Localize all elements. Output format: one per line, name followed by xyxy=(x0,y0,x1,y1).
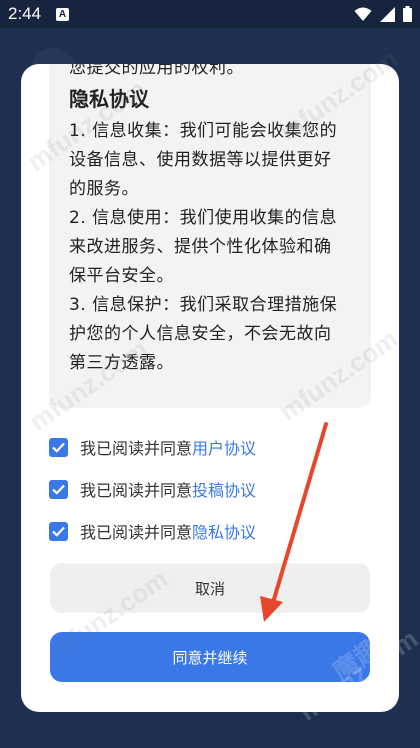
agreement-prefix: 我已阅读并同意 xyxy=(80,439,193,458)
signal-icon xyxy=(380,6,395,22)
privacy-agreement-checkbox[interactable] xyxy=(49,521,68,541)
submission-agreement-link[interactable]: 投稿协议 xyxy=(192,477,256,501)
agreement-checklist: 我已阅读并同意 用户协议 我已阅读并同意 投稿协议 我已阅读并同意 隐私协议 xyxy=(49,426,369,552)
cancel-button[interactable]: 取消 xyxy=(50,563,370,613)
terms-line: 保平台安全。 xyxy=(69,266,174,286)
status-icons xyxy=(354,6,412,22)
terms-line: 2. 信息使用：我们使用收集的信息 xyxy=(69,208,338,228)
agreement-user-row[interactable]: 我已阅读并同意 用户协议 xyxy=(49,426,369,468)
terms-scroll-area[interactable]: 您提交的应用的权利。 隐私协议 1. 信息收集：我们可能会收集您的 设备信息、使… xyxy=(49,64,371,408)
checkmark-icon xyxy=(52,442,65,453)
agreement-submission-row[interactable]: 我已阅读并同意 投稿协议 xyxy=(49,468,369,510)
submission-agreement-checkbox[interactable] xyxy=(49,479,68,499)
agreement-prefix: 我已阅读并同意 xyxy=(80,523,193,542)
agreement-privacy-row[interactable]: 我已阅读并同意 隐私协议 xyxy=(49,510,369,552)
privacy-agreement-link[interactable]: 隐私协议 xyxy=(192,519,256,543)
checkmark-icon xyxy=(52,484,65,495)
terms-line: 1. 信息收集：我们可能会收集您的 xyxy=(69,121,338,141)
privacy-heading: 隐私协议 xyxy=(69,87,149,111)
status-time: 2:44 xyxy=(8,4,42,23)
terms-line: 设备信息、使用数据等以提供更好 xyxy=(69,150,332,170)
terms-line: 来改进服务、提供个性化体验和确 xyxy=(69,237,332,257)
agree-continue-button[interactable]: 同意并继续 xyxy=(50,632,370,682)
checkmark-icon xyxy=(52,526,65,537)
notification-icon: A xyxy=(56,8,69,21)
terms-intro-tail: 您提交的应用的权利。 xyxy=(69,64,244,78)
terms-line: 3. 信息保护：我们采取合理措施保 xyxy=(69,295,338,315)
terms-line: 护您的个人信息安全，不会无故向 xyxy=(69,324,332,344)
terms-line: 的服务。 xyxy=(69,179,139,199)
wifi-icon xyxy=(354,7,372,21)
agreement-prefix: 我已阅读并同意 xyxy=(80,481,193,500)
agreement-dialog: 您提交的应用的权利。 隐私协议 1. 信息收集：我们可能会收集您的 设备信息、使… xyxy=(21,64,399,712)
status-bar: 2:44 A xyxy=(0,0,420,28)
user-agreement-link[interactable]: 用户协议 xyxy=(192,435,256,459)
battery-icon xyxy=(403,6,412,22)
user-agreement-checkbox[interactable] xyxy=(49,437,68,457)
terms-line: 第三方透露。 xyxy=(69,353,174,373)
